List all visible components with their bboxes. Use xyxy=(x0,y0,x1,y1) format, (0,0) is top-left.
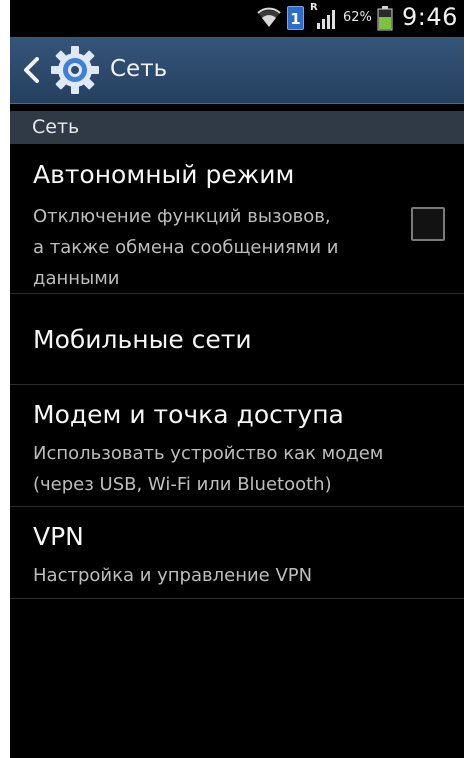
signal-icon xyxy=(317,10,335,29)
status-clock: 9:46 xyxy=(402,3,458,31)
battery-icon xyxy=(377,6,393,31)
item-title: Автономный режим xyxy=(33,160,295,189)
item-title: Модем и точка доступа xyxy=(33,400,344,429)
status-bar: 1 R 62% 9:46 xyxy=(10,0,464,37)
item-title: Мобильные сети xyxy=(33,325,252,354)
gear-icon[interactable] xyxy=(50,45,100,95)
battery-percent: 62% xyxy=(343,10,372,25)
section-header: Сеть xyxy=(10,111,464,144)
airplane-mode-checkbox[interactable] xyxy=(411,207,445,241)
item-summary: Настройка и управление VPN xyxy=(33,565,313,586)
page-title: Сеть xyxy=(110,56,168,82)
item-summary: Использовать устройство как модем (через… xyxy=(33,443,384,495)
item-title: VPN xyxy=(33,522,84,551)
list-item-vpn[interactable]: VPN Настройка и управление VPN xyxy=(10,507,464,599)
section-label: Сеть xyxy=(32,116,80,138)
back-chevron-icon[interactable] xyxy=(22,57,40,83)
item-summary: Отключение функций вызовов, а также обме… xyxy=(33,206,339,289)
action-bar: Сеть xyxy=(10,37,464,104)
wifi-icon xyxy=(257,7,281,27)
screen: 1 R 62% 9:46 Сеть Сеть Автономный режим … xyxy=(10,0,464,758)
sim-card-icon: 1 xyxy=(287,6,304,30)
list-item-airplane-mode[interactable]: Автономный режим Отключение функций вызо… xyxy=(10,145,464,294)
list-item-mobile-networks[interactable]: Мобильные сети xyxy=(10,294,464,385)
list-item-tethering-hotspot[interactable]: Модем и точка доступа Использовать устро… xyxy=(10,385,464,507)
